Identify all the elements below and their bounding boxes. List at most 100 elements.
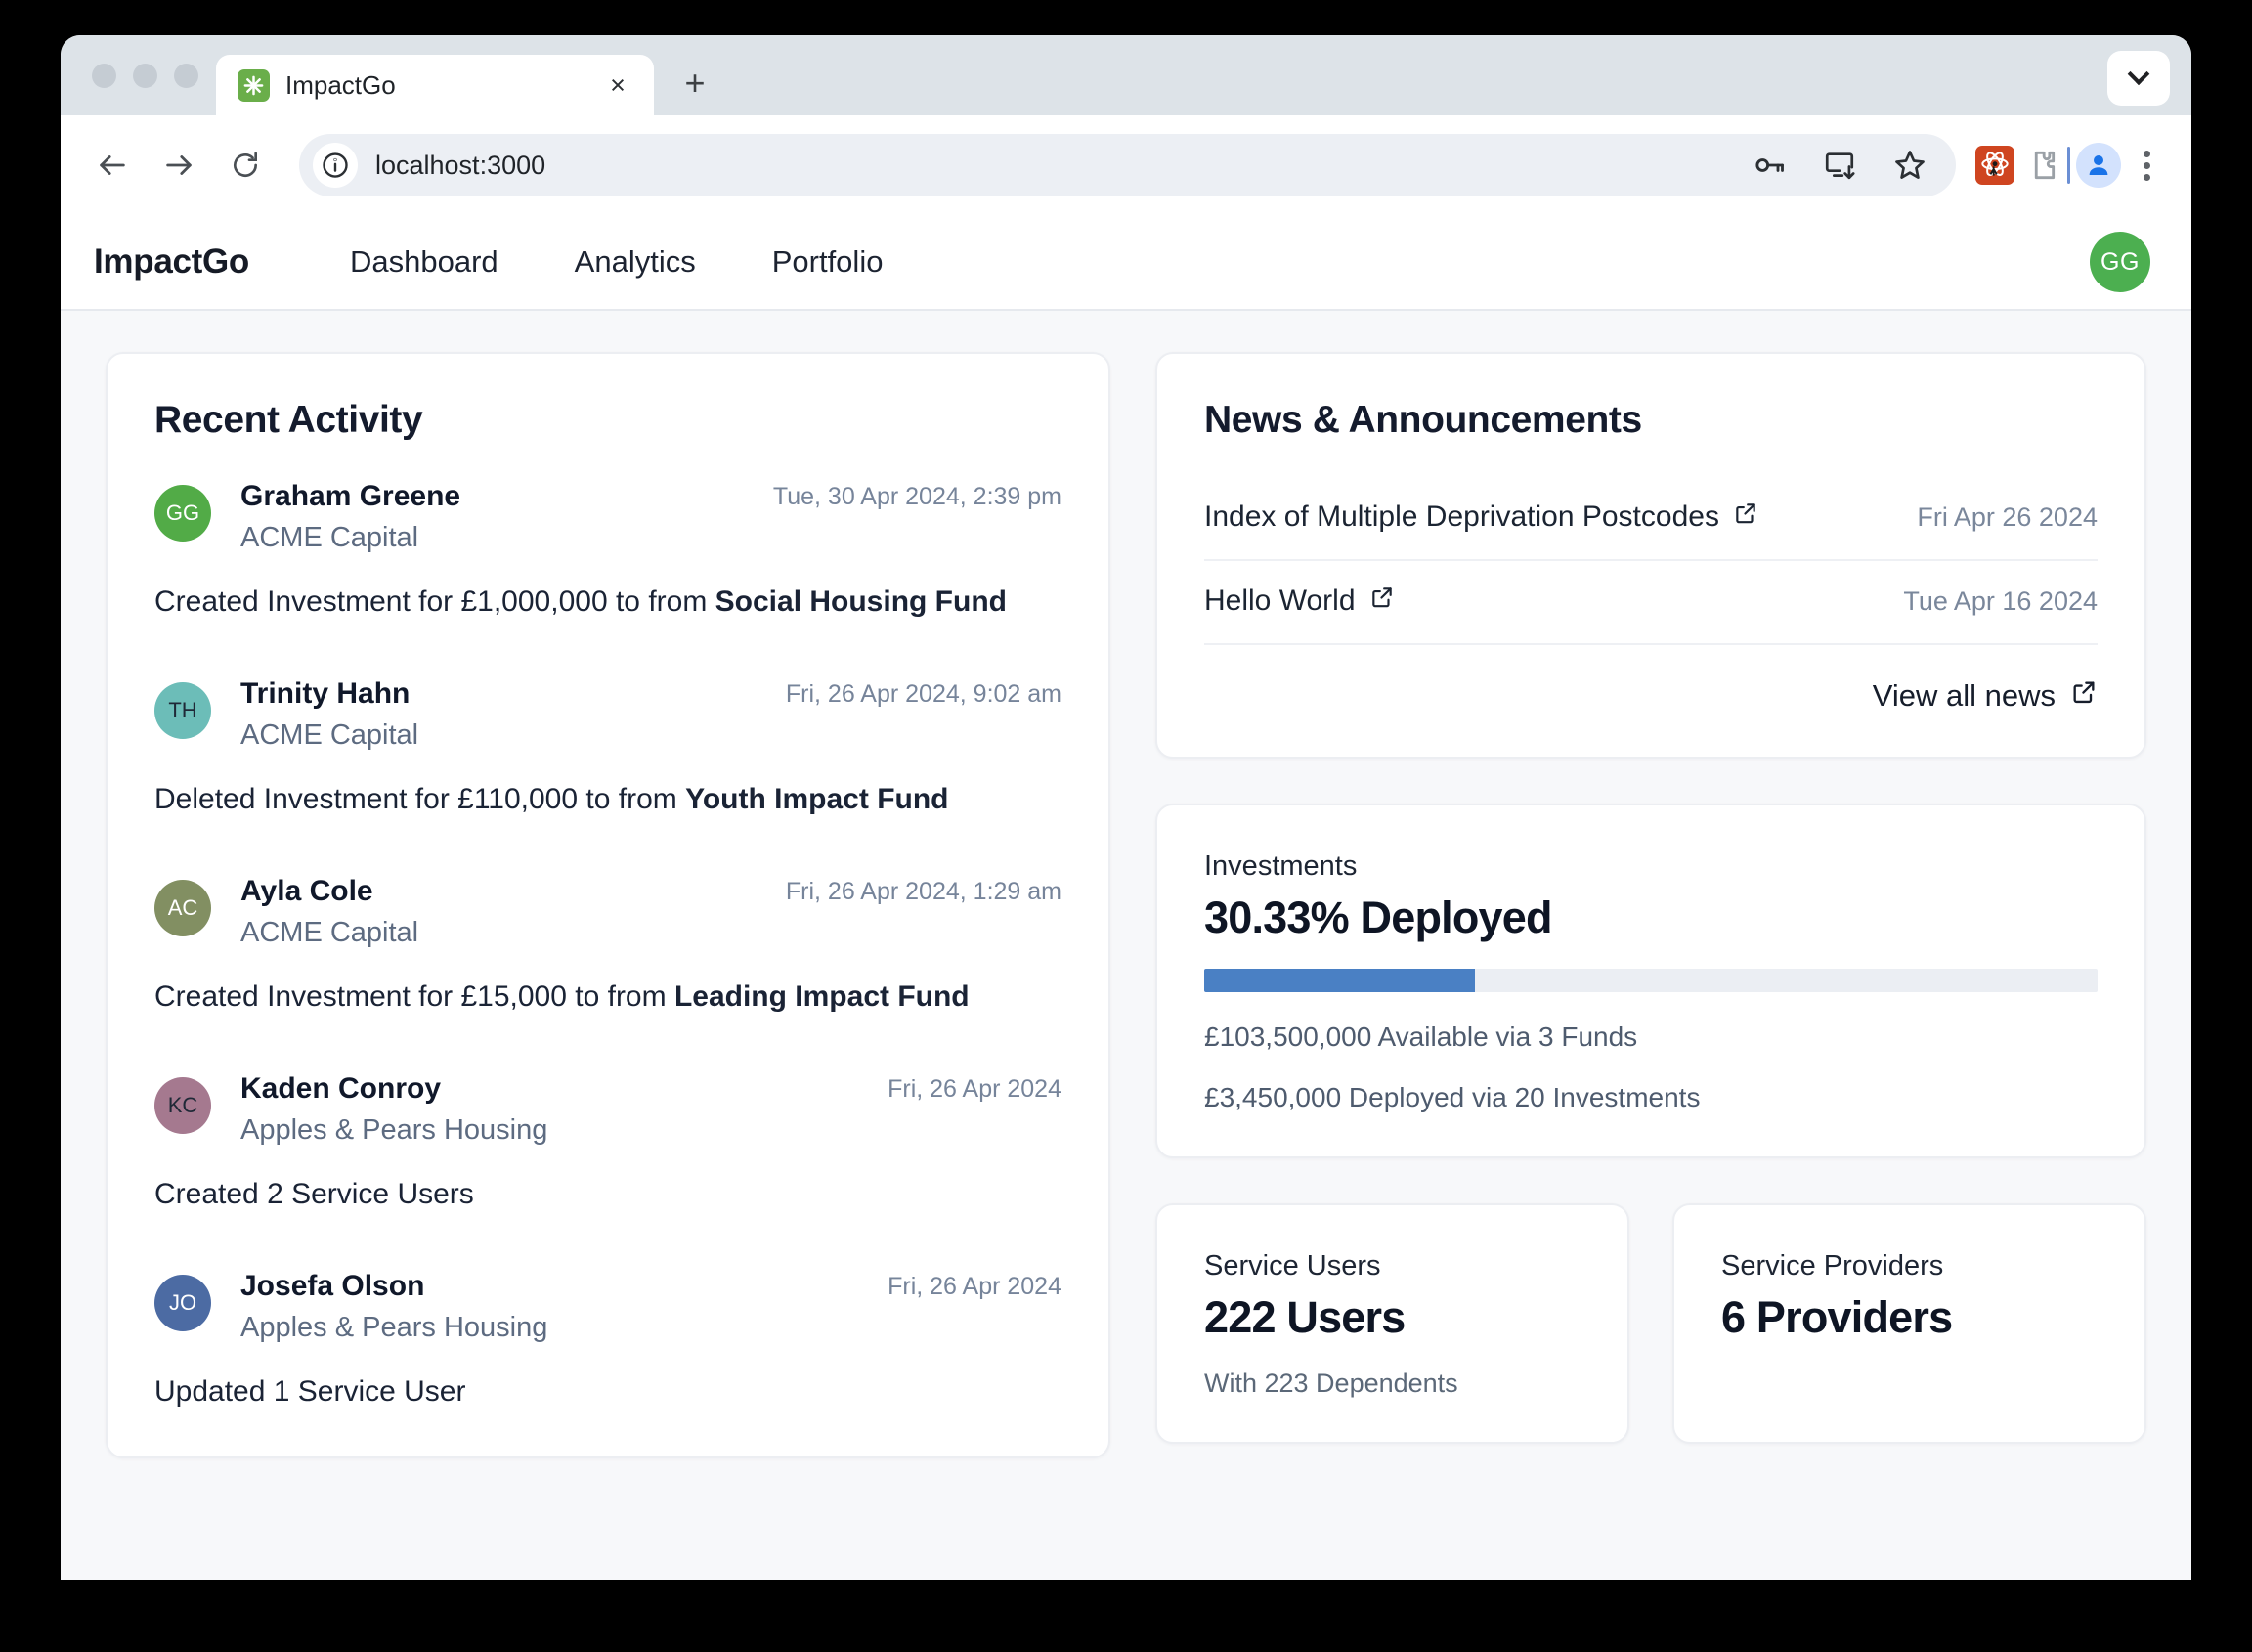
investments-available-line: £103,500,000 Available via 3 Funds	[1204, 1022, 1638, 1052]
close-window-button[interactable]	[92, 63, 116, 88]
activity-identity: Trinity Hahn ACME Capital	[240, 674, 418, 756]
activity-header: JO Josefa Olson Apples & Pears Housing F…	[154, 1267, 1061, 1348]
new-tab-button[interactable]: +	[666, 54, 724, 112]
reload-button[interactable]	[215, 135, 276, 196]
activity-user-name: Kaden Conroy	[240, 1072, 442, 1106]
app-navbar: ImpactGo Dashboard Analytics Portfolio G…	[61, 215, 2191, 311]
recent-activity-card: Recent Activity GG Graham Greene ACME Ca…	[106, 352, 1110, 1459]
external-link-icon	[1733, 500, 1758, 534]
asterisk-icon	[238, 68, 270, 102]
install-app-icon[interactable]	[1819, 145, 1860, 186]
activity-identity: Josefa Olson Apples & Pears Housing	[240, 1267, 547, 1348]
news-item-date: Tue Apr 16 2024	[1903, 586, 2098, 616]
browser-window: ImpactGo × + localhost:3000 ImpactGo Das…	[61, 35, 2191, 1580]
news-item-date: Fri Apr 26 2024	[1917, 501, 2098, 532]
service-users-label: Service Users	[1204, 1250, 1381, 1282]
activity-org: ACME Capital	[240, 522, 419, 553]
tab-strip: ImpactGo × +	[61, 35, 2191, 115]
deployment-progress-bar	[1204, 969, 2098, 992]
news-item-label: Hello World	[1204, 585, 1356, 617]
avatar: TH	[154, 682, 211, 740]
browser-tab[interactable]: ImpactGo ×	[216, 55, 654, 115]
activity-org: Apples & Pears Housing	[240, 1312, 548, 1344]
forward-button[interactable]	[149, 135, 209, 196]
extensions-puzzle-icon[interactable]	[2020, 145, 2061, 186]
bookmark-star-icon[interactable]	[1889, 145, 1930, 186]
activity-item: AC Ayla Cole ACME Capital Fri, 26 Apr 20…	[154, 872, 1061, 1019]
investments-deployed-line: £3,450,000 Deployed via 20 Investments	[1204, 1082, 1701, 1112]
service-providers-card: Service Providers 6 Providers	[1672, 1203, 2146, 1444]
activity-description: Created Investment for £15,000 to from L…	[154, 975, 1061, 1019]
window-traffic-lights	[84, 35, 216, 115]
app-brand[interactable]: ImpactGo	[94, 242, 249, 282]
news-item[interactable]: Hello World Tue Apr 16 2024	[1204, 561, 2098, 645]
tab-search-button[interactable]	[2107, 51, 2170, 106]
deployment-progress-fill	[1204, 969, 1476, 992]
view-all-news-label: View all news	[1872, 678, 2056, 713]
activity-user-name: Ayla Cole	[240, 875, 373, 908]
nav-item-dashboard[interactable]: Dashboard	[312, 244, 537, 280]
service-users-sub: With 223 Dependents	[1204, 1369, 1458, 1398]
maximize-window-button[interactable]	[174, 63, 198, 88]
nav-item-analytics[interactable]: Analytics	[537, 244, 734, 280]
service-providers-label: Service Providers	[1721, 1250, 1944, 1282]
news-item[interactable]: Index of Multiple Deprivation Postcodes …	[1204, 477, 2098, 561]
news-footer: View all news	[1204, 645, 2098, 714]
nav-item-portfolio[interactable]: Portfolio	[734, 244, 922, 280]
avatar: KC	[154, 1077, 211, 1135]
user-avatar[interactable]: GG	[2090, 232, 2150, 292]
activity-org: Apples & Pears Housing	[240, 1114, 548, 1147]
avatar: AC	[154, 880, 211, 937]
activity-description-emphasis: Youth Impact Fund	[685, 783, 949, 816]
activity-description-text: Deleted Investment for £110,000 to from	[154, 783, 686, 816]
activity-description-emphasis: Social Housing Fund	[715, 586, 1007, 619]
activity-user-name: Josefa Olson	[240, 1270, 425, 1303]
key-icon[interactable]	[1749, 145, 1790, 186]
site-info-icon[interactable]	[313, 143, 358, 188]
dashboard-grid: Recent Activity GG Graham Greene ACME Ca…	[61, 311, 2191, 1459]
news-title: News & Announcements	[1204, 399, 1642, 441]
back-button[interactable]	[82, 135, 143, 196]
avatar: JO	[154, 1275, 211, 1332]
activity-item: GG Graham Greene ACME Capital Tue, 30 Ap…	[154, 477, 1061, 624]
news-item-label: Index of Multiple Deprivation Postcodes	[1204, 500, 1719, 533]
profile-avatar-icon[interactable]	[2076, 143, 2121, 188]
address-bar[interactable]: localhost:3000	[299, 134, 1956, 196]
activity-description: Updated 1 Service User	[154, 1369, 1061, 1413]
activity-timestamp: Fri, 26 Apr 2024	[888, 1075, 1061, 1104]
activity-org: ACME Capital	[240, 719, 419, 752]
activity-org: ACME Capital	[240, 917, 419, 949]
toolbar-divider	[2067, 147, 2070, 184]
react-devtools-icon[interactable]	[1975, 146, 2014, 185]
minimize-window-button[interactable]	[133, 63, 157, 88]
close-icon[interactable]: ×	[601, 68, 634, 102]
activity-description: Created Investment for £1,000,000 to fro…	[154, 580, 1061, 624]
activity-header: GG Graham Greene ACME Capital Tue, 30 Ap…	[154, 477, 1061, 558]
activity-description-text: Created Investment for £15,000 to from	[154, 980, 674, 1014]
app-nav-links: Dashboard Analytics Portfolio	[312, 244, 921, 280]
activity-header: KC Kaden Conroy Apples & Pears Housing F…	[154, 1069, 1061, 1151]
omnibox-action-icons	[1749, 145, 1946, 186]
news-announcements-card: News & Announcements Index of Multiple D…	[1155, 352, 2146, 759]
chevron-down-icon	[2127, 63, 2150, 86]
investments-label: Investments	[1204, 850, 1358, 882]
activity-timestamp: Tue, 30 Apr 2024, 2:39 pm	[772, 483, 1061, 510]
tab-title: ImpactGo	[285, 69, 396, 100]
kebab-menu-icon[interactable]	[2127, 144, 2166, 187]
activity-user-name: Trinity Hahn	[240, 677, 411, 711]
activity-description-text: Created 2 Service Users	[154, 1178, 474, 1211]
investments-card: Investments 30.33% Deployed £103,500,000…	[1155, 804, 2146, 1158]
view-all-news-link[interactable]: View all news	[1873, 678, 2098, 714]
news-item-title[interactable]: Index of Multiple Deprivation Postcodes	[1204, 500, 1758, 534]
activity-description-text: Updated 1 Service User	[154, 1375, 466, 1409]
activity-description: Created 2 Service Users	[154, 1172, 1061, 1216]
activity-timestamp: Fri, 26 Apr 2024	[888, 1273, 1061, 1301]
news-item-title[interactable]: Hello World	[1204, 585, 1395, 618]
browser-toolbar: localhost:3000	[61, 115, 2191, 215]
stat-cards-row: Service Users 222 Users With 223 Depende…	[1155, 1203, 2146, 1444]
activity-header: TH Trinity Hahn ACME Capital Fri, 26 Apr…	[154, 674, 1061, 756]
activity-timestamp: Fri, 26 Apr 2024, 1:29 am	[785, 878, 1061, 906]
url-text[interactable]: localhost:3000	[375, 151, 1749, 181]
activity-identity: Graham Greene ACME Capital	[240, 477, 460, 558]
activity-timestamp: Fri, 26 Apr 2024, 9:02 am	[785, 680, 1061, 709]
